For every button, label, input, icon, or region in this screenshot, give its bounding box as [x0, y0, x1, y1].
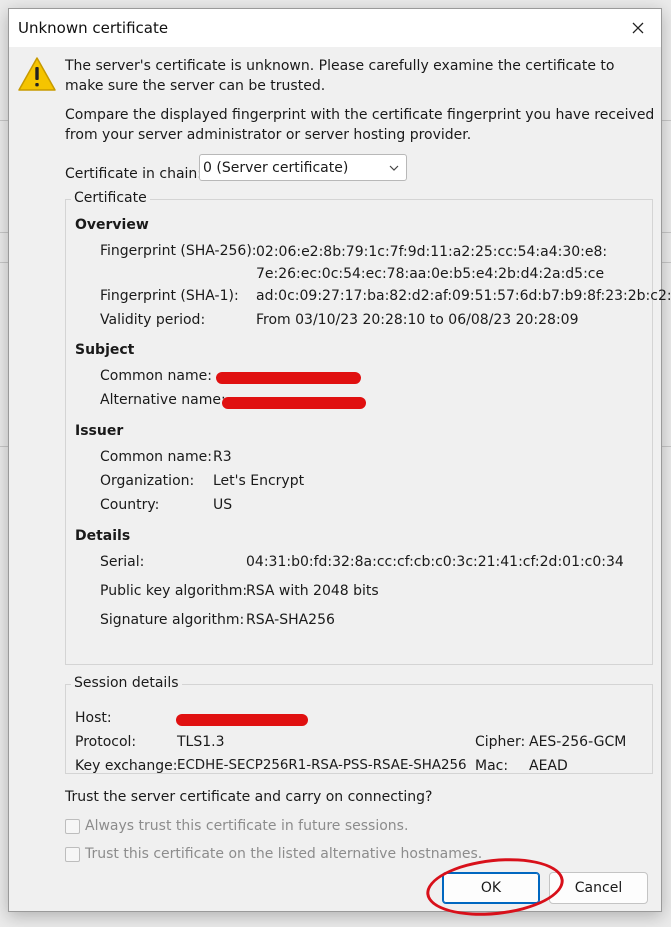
- key-exchange-value: ECDHE-SECP256R1-RSA-PSS-RSAE-SHA256: [177, 758, 467, 773]
- certificate-chain-select[interactable]: 0 (Server certificate): [199, 154, 407, 181]
- always-trust-label: Always trust this certificate in future …: [85, 818, 409, 834]
- cipher-value: AES-256-GCM: [529, 734, 627, 750]
- mac-label: Mac:: [475, 758, 509, 774]
- warning-message: The server's certificate is unknown. Ple…: [65, 58, 615, 94]
- chain-label: Certificate in chain:: [65, 166, 203, 182]
- checkbox-box: [65, 846, 80, 862]
- validity-value: From 03/10/23 20:28:10 to 06/08/23 20:28…: [256, 312, 579, 328]
- certificate-group: Certificate Overview Fingerprint (SHA-25…: [65, 190, 671, 665]
- alt-hostnames-label: Trust this certificate on the listed alt…: [85, 846, 483, 862]
- session-details-group: Session details Host: Protocol: TLS1.3 C…: [65, 675, 653, 774]
- certificate-group-title: Certificate: [71, 190, 150, 206]
- redaction-mark: [222, 397, 366, 409]
- sha256-label: Fingerprint (SHA-256):: [100, 243, 257, 259]
- close-button[interactable]: [621, 13, 655, 43]
- key-exchange-label: Key exchange:: [75, 758, 178, 774]
- chain-selected-value: 0 (Server certificate): [203, 159, 349, 176]
- chevron-down-icon: [382, 165, 406, 171]
- title-bar: Unknown certificate: [9, 9, 661, 47]
- cancel-button[interactable]: Cancel: [549, 872, 648, 904]
- subject-alt-name-label: Alternative name:: [100, 392, 226, 408]
- validity-label: Validity period:: [100, 312, 206, 328]
- serial-label: Serial:: [100, 554, 145, 570]
- close-icon: [632, 22, 644, 34]
- session-group-title: Session details: [71, 675, 182, 691]
- trust-question: Trust the server certificate and carry o…: [65, 789, 433, 805]
- mac-value: AEAD: [529, 758, 568, 774]
- checkbox-box: [65, 818, 80, 834]
- serial-value: 04:31:b0:fd:32:8a:cc:cf:cb:c0:3c:21:41:c…: [246, 554, 624, 570]
- dialog-title: Unknown certificate: [18, 19, 169, 37]
- issuer-common-name-label: Common name:: [100, 449, 212, 465]
- details-heading: Details: [75, 528, 131, 544]
- subject-common-name-label: Common name:: [100, 368, 212, 384]
- ok-button[interactable]: OK: [442, 872, 540, 904]
- cipher-label: Cipher:: [475, 734, 526, 750]
- sha256-value: 02:06:e2:8b:79:1c:7f:9d:11:a2:25:cc:54:a…: [256, 244, 608, 282]
- warning-icon: [18, 57, 56, 91]
- redaction-mark: [176, 714, 308, 726]
- always-trust-checkbox[interactable]: Always trust this certificate in future …: [65, 818, 408, 834]
- issuer-country-value: US: [213, 497, 233, 513]
- protocol-value: TLS1.3: [177, 734, 225, 750]
- issuer-heading: Issuer: [75, 423, 124, 439]
- protocol-label: Protocol:: [75, 734, 137, 750]
- signature-value: RSA-SHA256: [246, 612, 335, 628]
- issuer-country-label: Country:: [100, 497, 160, 513]
- compare-message: Compare the displayed fingerprint with t…: [65, 107, 655, 143]
- issuer-org-label: Organization:: [100, 473, 195, 489]
- host-label: Host:: [75, 710, 112, 726]
- signature-label: Signature algorithm:: [100, 612, 245, 628]
- subject-heading: Subject: [75, 342, 135, 358]
- overview-heading: Overview: [75, 217, 149, 233]
- sha1-value: ad:0c:09:27:17:ba:82:d2:af:09:51:57:6d:b…: [256, 288, 671, 304]
- pubkey-value: RSA with 2048 bits: [246, 583, 379, 599]
- issuer-org-value: Let's Encrypt: [213, 473, 305, 489]
- issuer-common-name-value: R3: [213, 449, 232, 465]
- alt-hostnames-checkbox[interactable]: Trust this certificate on the listed alt…: [65, 846, 482, 862]
- unknown-certificate-dialog: Unknown certificate The server's certifi…: [8, 8, 671, 923]
- pubkey-label: Public key algorithm:: [100, 583, 248, 599]
- redaction-mark: [216, 372, 361, 384]
- sha1-label: Fingerprint (SHA-1):: [100, 288, 239, 304]
